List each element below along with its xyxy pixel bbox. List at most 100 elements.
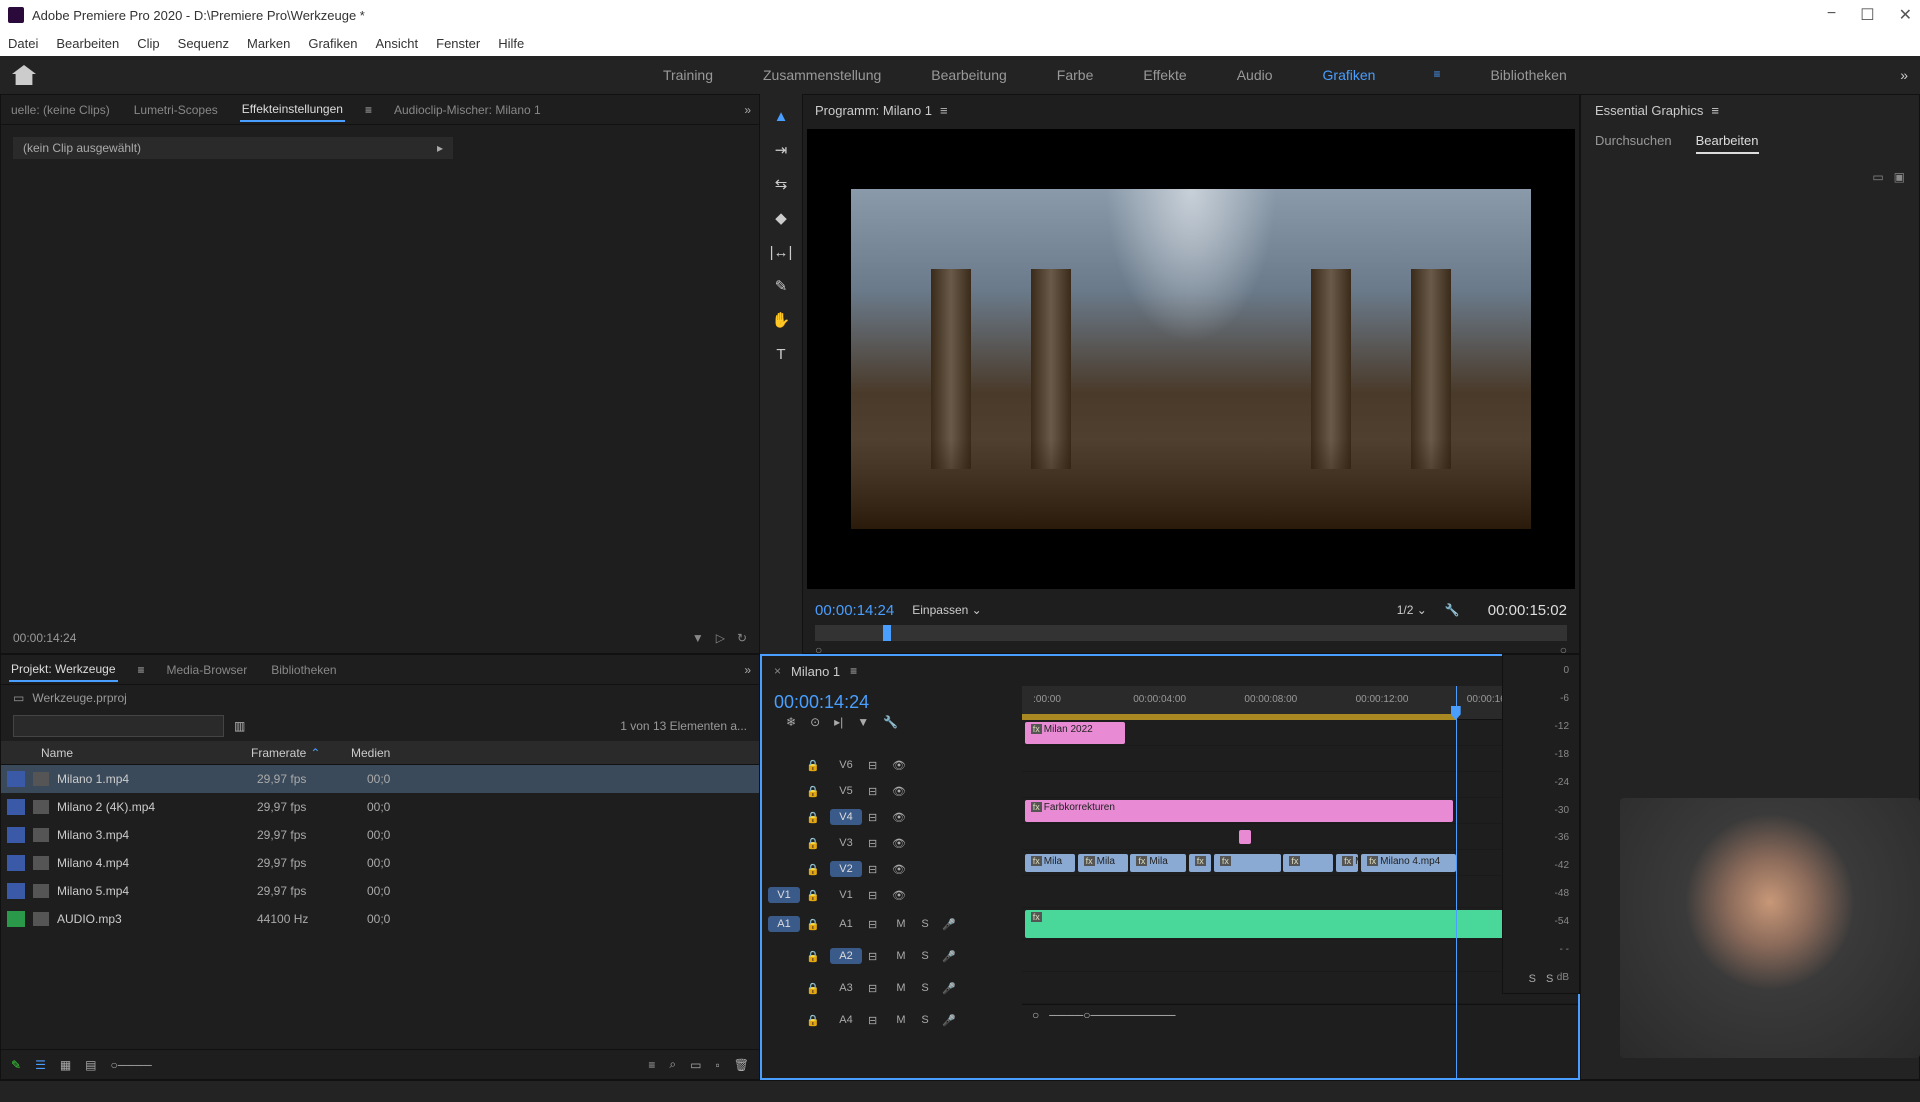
table-row[interactable]: AUDIO.mp344100 Hz00;0 — [1, 905, 759, 933]
track-target[interactable]: V1 — [830, 887, 862, 903]
selection-tool-icon[interactable]: ▲ — [769, 104, 793, 128]
pencil-icon[interactable]: ✎ — [11, 1058, 21, 1072]
timeline-timecode[interactable]: 00:00:14:24 — [774, 692, 1010, 713]
track-v1[interactable]: fxMila fxMila fxMila fx fx fx fxMil fxMi… — [1022, 850, 1578, 876]
find-icon[interactable]: ⌕ — [669, 1057, 676, 1072]
voice-over-icon[interactable]: 🎤 — [940, 950, 958, 963]
program-viewer[interactable] — [807, 129, 1575, 589]
list-view-icon[interactable]: ☰ — [35, 1058, 46, 1072]
audio-track-header[interactable]: 🔒A4⊟MS🎤 — [762, 1004, 1022, 1036]
source-patch[interactable]: A1 — [768, 916, 800, 932]
clip-video[interactable]: fxMil — [1336, 854, 1358, 872]
pen-tool-icon[interactable]: ✎ — [769, 274, 793, 298]
settings-icon[interactable]: 🔧 — [1445, 603, 1460, 617]
lock-icon[interactable]: 🔒 — [806, 811, 824, 824]
workspace-effekte[interactable]: Effekte — [1143, 67, 1186, 83]
type-tool-icon[interactable]: T — [769, 342, 793, 366]
lock-icon[interactable]: 🔒 — [806, 837, 824, 850]
zoom-out-icon[interactable]: ○ — [1032, 1008, 1039, 1022]
filter-icon[interactable]: ▼ — [692, 631, 704, 645]
lock-icon[interactable]: 🔒 — [806, 950, 824, 963]
track-target[interactable]: V6 — [830, 757, 862, 773]
toggle-output-icon[interactable]: 👁 — [892, 759, 910, 772]
clip-video[interactable]: fxMilano 4.mp4 — [1361, 854, 1456, 872]
track-target[interactable]: A2 — [830, 948, 862, 964]
clip-video[interactable]: fx — [1189, 854, 1211, 872]
timeline-ruler[interactable]: :00:00 00:00:04:00 00:00:08:00 00:00:12:… — [1022, 686, 1578, 720]
video-track-header[interactable]: 🔒V2⊟👁 — [762, 856, 1022, 882]
tab-lumetri-scopes[interactable]: Lumetri-Scopes — [132, 99, 220, 121]
sync-lock-icon[interactable]: ⊟ — [868, 950, 886, 963]
sequence-title[interactable]: Milano 1 — [791, 664, 840, 679]
track-a4[interactable] — [1022, 972, 1578, 1004]
tab-menu-icon[interactable]: ≡ — [138, 663, 145, 677]
close-button[interactable]: ✕ — [1899, 5, 1912, 25]
toggle-output-icon[interactable]: 👁 — [892, 837, 910, 850]
track-v5[interactable] — [1022, 746, 1578, 772]
new-item-icon[interactable]: ▫ — [716, 1058, 720, 1072]
sync-lock-icon[interactable]: ⊟ — [868, 982, 886, 995]
close-sequence-icon[interactable]: × — [774, 664, 781, 678]
clip-audio[interactable]: fx — [1025, 910, 1542, 938]
panel-overflow-icon[interactable]: » — [744, 103, 751, 117]
track-v6[interactable]: fxMilan 2022 — [1022, 720, 1578, 746]
workspace-menu-icon[interactable]: ≡ — [1433, 67, 1440, 83]
clip-video[interactable]: fxMila — [1078, 854, 1128, 872]
audio-track-header[interactable]: A1🔒A1⊟MS🎤 — [762, 908, 1022, 940]
audio-track-header[interactable]: 🔒 A2 ⊟ MS 🎤 — [762, 940, 1022, 972]
zoom-slider[interactable]: ────○────────── — [1049, 1008, 1175, 1022]
tab-source[interactable]: uelle: (keine Clips) — [9, 99, 112, 121]
sync-lock-icon[interactable]: ⊟ — [868, 918, 886, 931]
lock-icon[interactable]: 🔒 — [806, 1014, 824, 1027]
icon-view-icon[interactable]: ▦ — [60, 1058, 71, 1072]
solo-button[interactable]: S — [916, 982, 934, 994]
lock-icon[interactable]: 🔒 — [806, 918, 824, 931]
tab-project[interactable]: Projekt: Werkzeuge — [9, 658, 118, 682]
track-a1[interactable] — [1022, 876, 1578, 908]
workspace-bibliotheken[interactable]: Bibliotheken — [1490, 67, 1566, 83]
solo-left[interactable]: S — [1529, 973, 1536, 985]
auto-sequence-icon[interactable]: ≡ — [648, 1058, 655, 1072]
track-v4[interactable] — [1022, 772, 1578, 798]
track-select-tool-icon[interactable]: ⇥ — [769, 138, 793, 162]
freeform-view-icon[interactable]: ▤ — [85, 1058, 96, 1072]
new-layer-icon[interactable]: ▣ — [1894, 170, 1905, 184]
lock-icon[interactable]: 🔒 — [806, 889, 824, 902]
search-input[interactable] — [13, 715, 224, 737]
menu-hilfe[interactable]: Hilfe — [498, 36, 524, 51]
clip-video[interactable]: fx — [1283, 854, 1333, 872]
workspace-audio[interactable]: Audio — [1237, 67, 1273, 83]
audio-track-header[interactable]: 🔒A3⊟MS🎤 — [762, 972, 1022, 1004]
toggle-output-icon[interactable]: 👁 — [892, 811, 910, 824]
tab-libraries[interactable]: Bibliotheken — [269, 659, 338, 681]
tab-menu-icon[interactable]: ≡ — [365, 103, 372, 117]
toggle-output-icon[interactable]: 👁 — [892, 863, 910, 876]
col-media[interactable]: Medien — [351, 746, 431, 760]
clip-video[interactable]: fxMila — [1130, 854, 1186, 872]
panel-menu-icon[interactable]: ≡ — [850, 664, 857, 678]
program-minibar[interactable]: ○ ○ — [815, 625, 1567, 641]
mute-button[interactable]: M — [892, 918, 910, 930]
source-patch[interactable]: V1 — [768, 887, 800, 903]
mute-button[interactable]: M — [892, 950, 910, 962]
workspace-zusammenstellung[interactable]: Zusammenstellung — [763, 67, 881, 83]
menu-grafiken[interactable]: Grafiken — [308, 36, 357, 51]
zoom-slider[interactable]: ○──── — [111, 1058, 152, 1072]
menu-fenster[interactable]: Fenster — [436, 36, 480, 51]
workspace-farbe[interactable]: Farbe — [1057, 67, 1094, 83]
hand-tool-icon[interactable]: ✋ — [769, 308, 793, 332]
workspace-bearbeitung[interactable]: Bearbeitung — [931, 67, 1007, 83]
table-row[interactable]: Milano 5.mp429,97 fps00;0 — [1, 877, 759, 905]
minimize-button[interactable]: − — [1827, 5, 1836, 25]
sync-lock-icon[interactable]: ⊟ — [868, 811, 886, 824]
tab-audio-mixer[interactable]: Audioclip-Mischer: Milano 1 — [392, 99, 543, 121]
home-icon[interactable] — [12, 65, 36, 85]
track-target[interactable]: A1 — [830, 916, 862, 932]
razor-tool-icon[interactable]: ◆ — [769, 206, 793, 230]
resolution-dropdown[interactable]: 1/2 ⌄ — [1397, 603, 1427, 617]
solo-button[interactable]: S — [916, 1014, 934, 1026]
delete-icon[interactable]: 🗑 — [734, 1058, 749, 1072]
col-name[interactable]: Name — [41, 746, 251, 760]
folder-icon[interactable]: ▭ — [1872, 170, 1883, 184]
solo-button[interactable]: S — [916, 950, 934, 962]
